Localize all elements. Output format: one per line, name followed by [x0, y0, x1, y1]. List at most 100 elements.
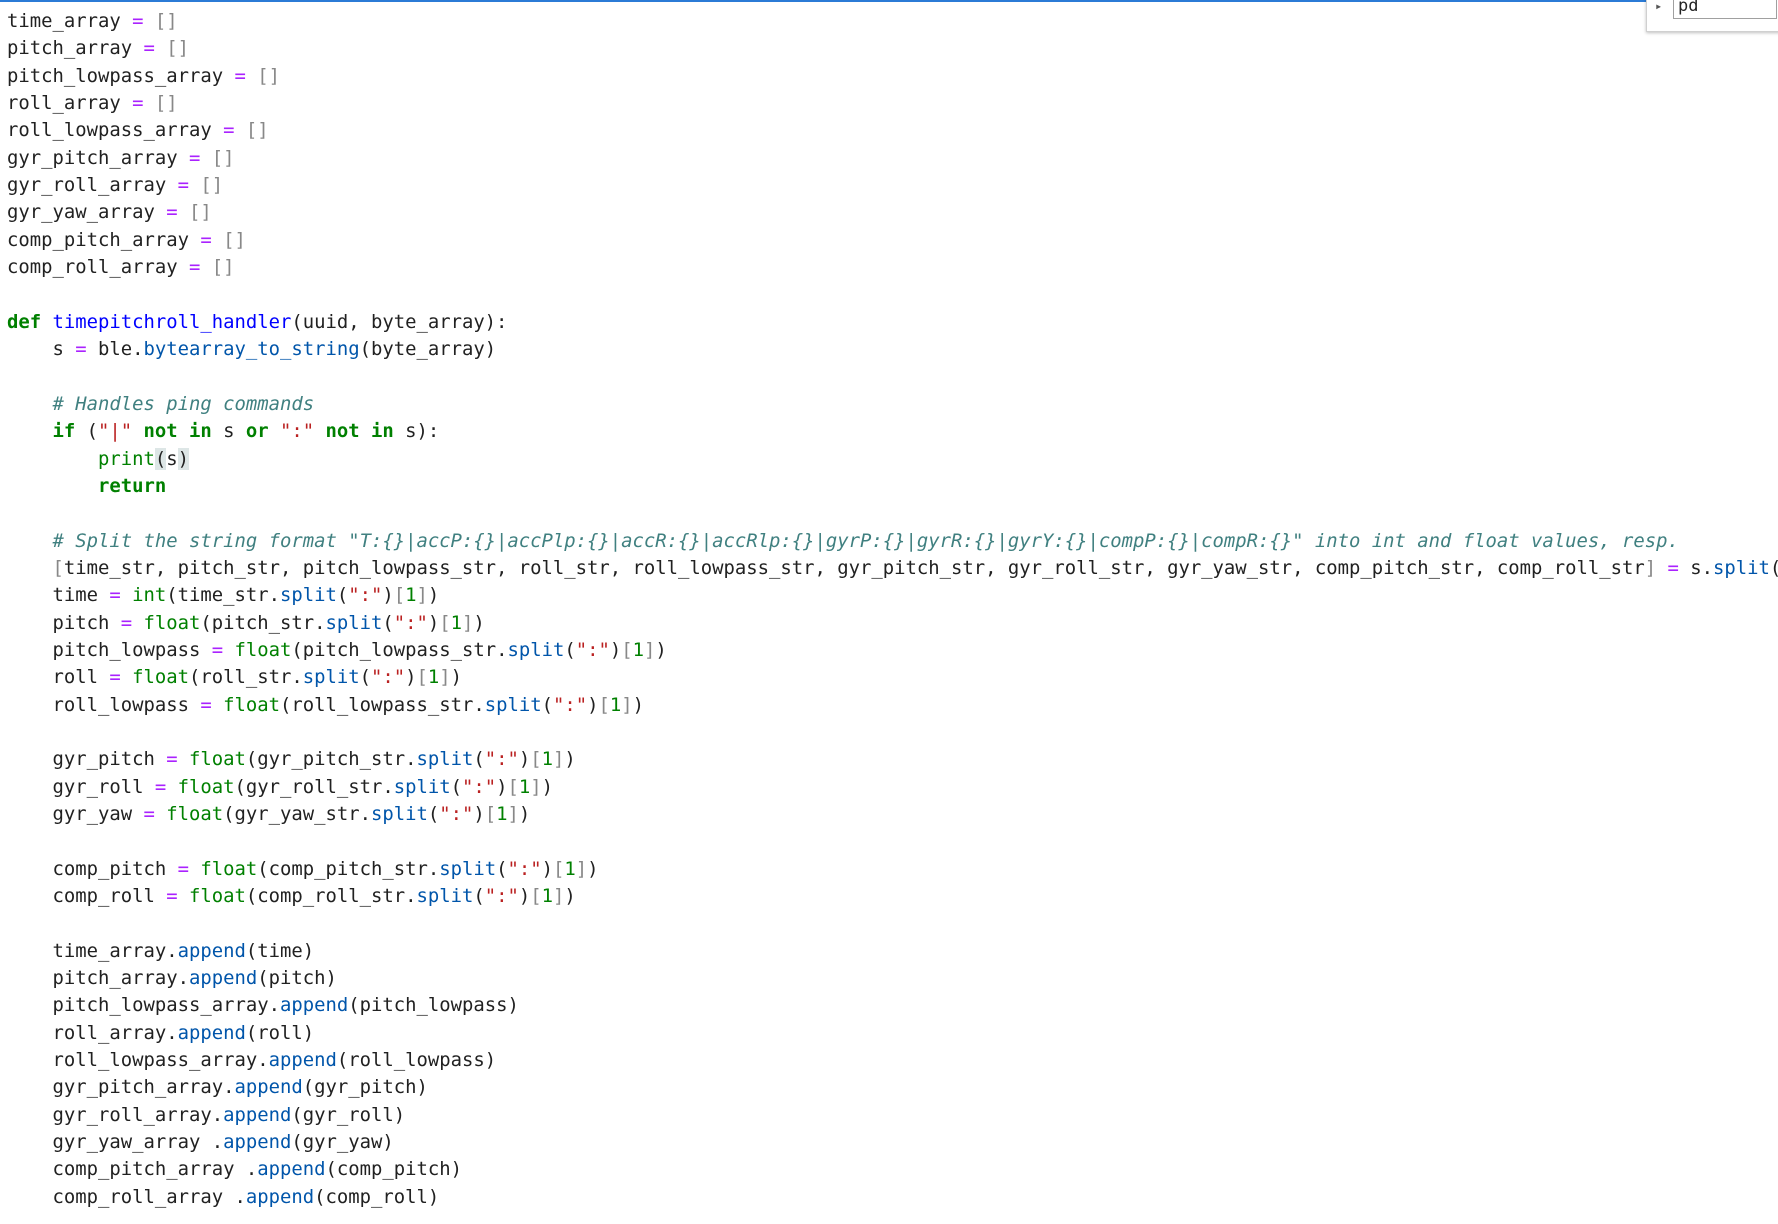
array-declaration: pitch_array = []: [7, 37, 189, 60]
variable-name: roll_lowpass: [52, 693, 189, 716]
code-line-parse: roll_lowpass = float(roll_lowpass_str.sp…: [52, 693, 644, 716]
code-editor[interactable]: time_array = [] pitch_array = [] pitch_low…: [7, 8, 1778, 1211]
source-var: comp_roll_str: [257, 885, 406, 907]
append-arg: pitch: [268, 967, 326, 990]
code-line-append: roll_lowpass_array.append(roll_lowpass): [52, 1049, 497, 1072]
append-block: time_array.append(time) pitch_array.appe…: [7, 938, 1778, 1211]
code-line-append: gyr_pitch_array.append(gyr_pitch): [52, 1076, 428, 1099]
code-line-parse: pitch_lowpass = float(pitch_lowpass_str.…: [52, 638, 667, 661]
source-var: pitch_lowpass_str: [302, 638, 497, 661]
append-target: pitch_array: [52, 967, 178, 990]
array-declarations: time_array = [] pitch_array = [] pitch_low…: [7, 8, 1778, 281]
array-name: roll_lowpass_array: [7, 119, 212, 142]
code-line-append: comp_roll_array .append(comp_roll): [52, 1185, 440, 1208]
module-name: ble: [98, 338, 133, 361]
cast-fn: float: [166, 802, 224, 825]
append-arg: comp_pitch: [336, 1158, 451, 1181]
array-name: pitch_lowpass_array: [7, 64, 224, 87]
comment-text: # Split the string format "T:{}|accP:{}|…: [52, 529, 1679, 552]
cast-fn: float: [177, 775, 235, 798]
cast-fn: float: [132, 666, 189, 689]
unpack-list: time_str, pitch_str, pitch_lowpass_str, …: [63, 556, 1645, 579]
code-line-append: roll_array.append(roll): [52, 1021, 315, 1044]
array-name: comp_pitch_array: [7, 228, 189, 251]
cell-top-border: [0, 0, 1652, 2]
array-declaration: pitch_lowpass_array = []: [7, 64, 280, 87]
array-declaration: gyr_pitch_array = []: [7, 146, 235, 169]
code-line-unpack: [time_str, pitch_str, pitch_lowpass_str,…: [52, 556, 1778, 579]
code-line-append: pitch_lowpass_array.append(pitch_lowpass…: [52, 994, 519, 1017]
append-target: comp_pitch_array: [52, 1158, 246, 1181]
variable-name: gyr_roll: [52, 775, 144, 798]
append-target: time_array: [52, 939, 167, 962]
cast-fn: float: [200, 857, 258, 880]
code-line-return: return: [98, 474, 167, 497]
code-line-parse: comp_pitch = float(comp_pitch_str.split(…: [52, 857, 599, 880]
array-declaration: roll_lowpass_array = []: [7, 119, 269, 142]
comment-line: # Split the string format "T:{}|accP:{}|…: [7, 528, 1778, 555]
comment-text: # Handles ping commands: [52, 392, 315, 415]
cast-fn: float: [188, 885, 246, 907]
array-name: time_array: [7, 10, 121, 32]
method-args: (byte_array): [359, 338, 497, 361]
append-arg: roll: [257, 1021, 303, 1044]
code-line-parse: gyr_roll = float(gyr_roll_str.split(":")…: [52, 775, 553, 798]
code-line-parse: time = int(time_str.split(":")[1]): [52, 584, 440, 607]
array-name: roll_array: [7, 92, 121, 115]
append-target: gyr_yaw_array: [52, 1131, 212, 1154]
variable-name: gyr_pitch: [52, 748, 155, 771]
variable-name: gyr_yaw: [52, 802, 133, 825]
cast-fn: float: [234, 638, 292, 661]
code-line-parse: roll = float(roll_str.split(":")[1]): [52, 666, 463, 689]
cast-fn: int: [132, 584, 167, 607]
code-line-append: time_array.append(time): [52, 939, 315, 962]
comment-line: # Handles ping commands: [7, 391, 1778, 418]
append-target: roll_array: [52, 1021, 167, 1044]
source-var: gyr_roll_str: [245, 775, 383, 798]
append-arg: time: [257, 939, 303, 962]
code-line-parse: comp_roll = float(comp_roll_str.split(":…: [52, 885, 576, 907]
code-line-parse: pitch = float(pitch_str.split(":")[1]): [52, 611, 485, 634]
array-declaration: time_array = []: [7, 10, 178, 32]
cast-fn: float: [143, 611, 201, 634]
source-var: comp_pitch_str: [268, 857, 428, 880]
parse-block: time = int(time_str.split(":")[1]) pitch…: [7, 582, 1778, 910]
code-line-parse: gyr_pitch = float(gyr_pitch_str.split(":…: [52, 748, 576, 771]
append-arg: roll_lowpass: [348, 1049, 485, 1072]
array-name: pitch_array: [7, 37, 133, 60]
append-target: gyr_pitch_array: [52, 1076, 224, 1099]
append-target: pitch_lowpass_array: [52, 994, 269, 1017]
code-line-append: comp_pitch_array .append(comp_pitch): [52, 1158, 462, 1181]
array-name: gyr_yaw_array: [7, 201, 155, 224]
source-var: pitch_str: [211, 611, 315, 634]
array-declaration: comp_roll_array = []: [7, 256, 235, 279]
append-target: comp_roll_array: [52, 1185, 235, 1208]
append-arg: gyr_pitch: [314, 1076, 417, 1099]
append-arg: comp_roll: [325, 1185, 428, 1208]
function-name: timepitchroll_handler: [52, 310, 292, 333]
append-arg: gyr_yaw: [302, 1131, 383, 1154]
code-line-def: def timepitchroll_handler(uuid, byte_arr…: [7, 310, 508, 333]
method-name: bytearray_to_string: [143, 338, 360, 361]
variable-name: time: [52, 584, 99, 607]
append-arg: gyr_roll: [302, 1103, 394, 1126]
array-declaration: comp_pitch_array = []: [7, 228, 246, 251]
array-name: comp_roll_array: [7, 256, 178, 279]
code-line-s-assign: s = ble.bytearray_to_string(byte_array): [7, 338, 497, 361]
variable-name: comp_pitch: [52, 857, 167, 880]
code-line-append: pitch_array.append(pitch): [52, 967, 337, 990]
variable-name: roll: [52, 666, 99, 689]
append-target: roll_lowpass_array: [52, 1049, 258, 1072]
function-params: (uuid, byte_array):: [291, 310, 508, 333]
array-declaration: gyr_yaw_array = []: [7, 201, 212, 224]
cast-fn: float: [188, 748, 246, 771]
array-name: gyr_pitch_array: [7, 146, 178, 169]
source-var: roll_str: [200, 666, 292, 689]
append-arg: pitch_lowpass: [359, 994, 508, 1017]
